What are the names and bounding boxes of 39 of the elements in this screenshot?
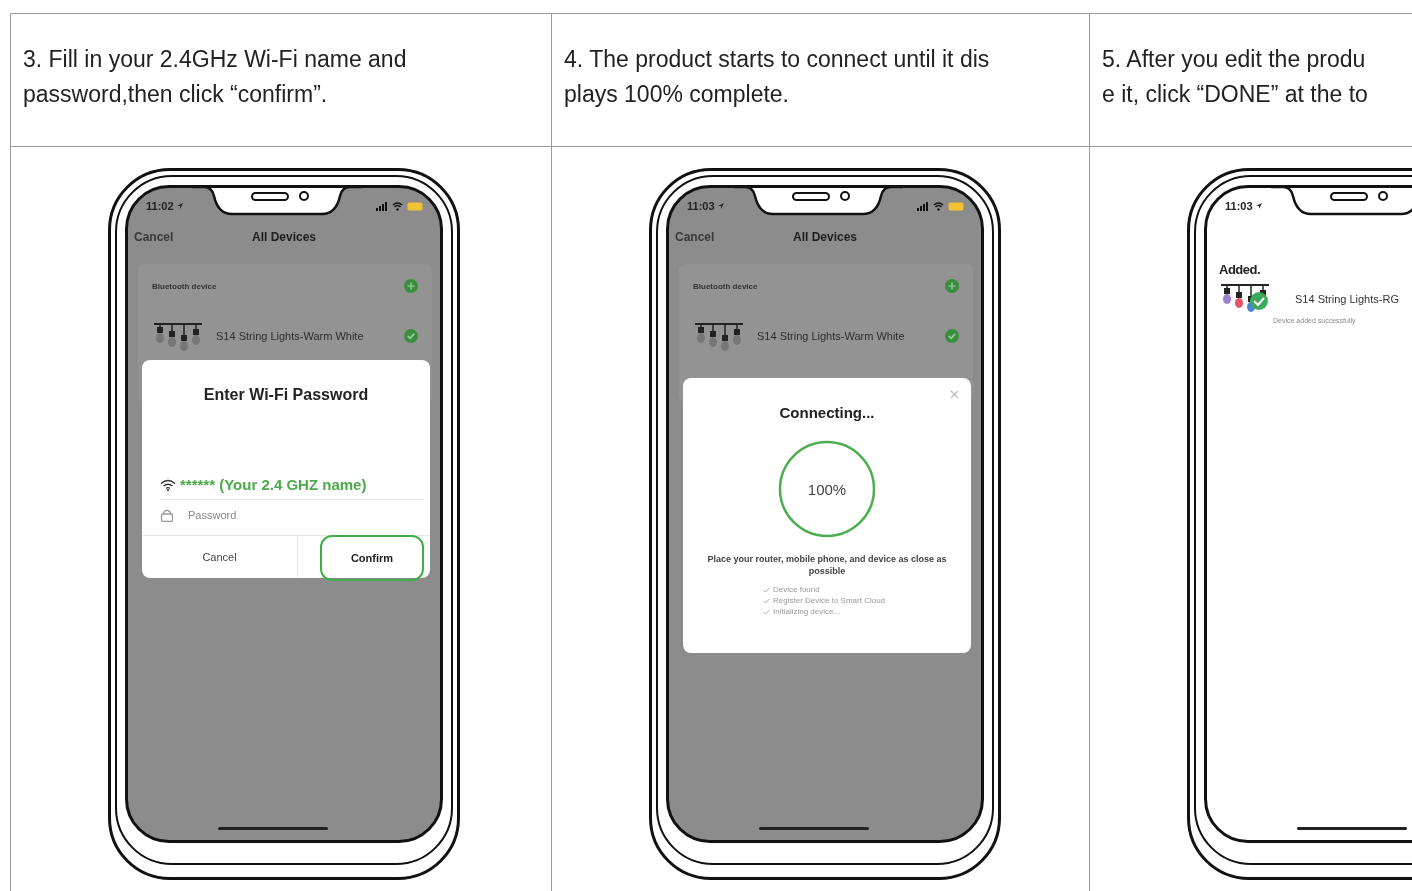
section-label: Bluetooth device (693, 281, 758, 291)
wifi-icon (933, 201, 944, 211)
checklist-item: Register Device to Smart Cloud (773, 596, 886, 605)
section-label: Bluetooth device (152, 281, 217, 291)
status-time: 11:03 (687, 200, 715, 212)
battery-icon (407, 201, 424, 211)
progress-reading: 100% (807, 480, 847, 498)
lock-icon (160, 508, 174, 522)
location-arrow-icon (716, 202, 725, 210)
signal-icon (376, 201, 388, 211)
checklist-item: Initializing device... (773, 607, 841, 616)
screen-title: All Devices (792, 230, 857, 244)
confirm-button[interactable]: Confirm (320, 535, 424, 581)
close-icon (950, 390, 959, 399)
dialog-note: Place your router, mobile phone, and device as close as possible (707, 553, 947, 577)
device-name: S14 String Lights-Warm White (216, 330, 364, 342)
plus-circle-icon (945, 279, 959, 293)
device-name: S14 String Lights-Warm White (757, 330, 905, 342)
checklist-item: Device found (773, 585, 820, 594)
status-time: 11:02 (146, 200, 174, 212)
step-instruction: 4. The product starts to connect until it dis plays 100% complete. (564, 45, 991, 109)
cancel-button[interactable]: Cancel (142, 536, 298, 578)
step-instruction: 5. After you edit the produ e it, click “DONE” at the to (1102, 45, 1369, 109)
wifi-icon (160, 478, 176, 491)
dialog-title: Connecting... (779, 404, 875, 421)
signal-icon (917, 201, 929, 211)
device-name: S14 String Lights-RG (1295, 293, 1399, 305)
password-field[interactable]: Password (188, 509, 338, 521)
added-heading: Added. (1219, 262, 1262, 277)
location-arrow-icon (175, 202, 184, 210)
battery-icon (948, 201, 965, 211)
plus-circle-icon (404, 279, 418, 293)
step-instruction: 3. Fill in your 2.4GHz Wi-Fi name and password,then click “confirm”. (23, 45, 408, 109)
wifi-icon (392, 201, 403, 211)
location-arrow-icon (1254, 202, 1263, 210)
screen-title: All Devices (251, 230, 316, 244)
dialog-title: Enter Wi-Fi Password (202, 386, 370, 404)
network-name: ****** (Your 2.4 GHZ name) (180, 476, 367, 493)
status-time: 11:03 (1225, 200, 1253, 212)
